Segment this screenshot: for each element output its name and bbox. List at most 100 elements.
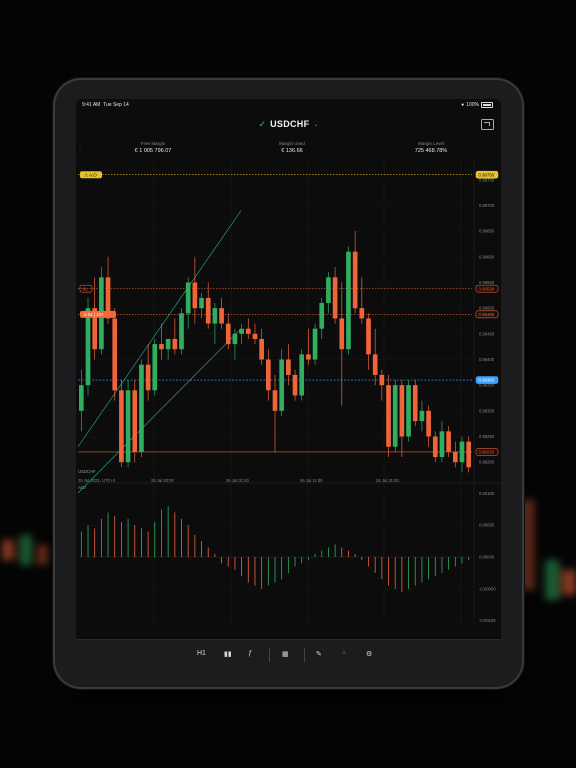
alert-price-tag: 0.96750	[475, 170, 499, 179]
check-icon: ✓	[258, 118, 267, 129]
candle-body	[372, 354, 378, 375]
candle-body	[232, 333, 238, 345]
candle-body	[172, 338, 178, 350]
status-bar: 9:41 AM Tue Sep 14 ● 100%	[76, 99, 501, 111]
metric-margin-used: Margin Used € 136.66	[279, 141, 305, 154]
candle-body	[312, 328, 318, 360]
candle-body	[145, 364, 151, 391]
position-price-tag: 0.96488	[475, 310, 499, 319]
bg-candle	[562, 570, 576, 595]
settings-gear-icon[interactable]: ⚙	[366, 650, 372, 658]
bg-candle	[545, 560, 559, 600]
price-tick-label: 0.96300	[479, 408, 495, 413]
candle-body	[252, 333, 258, 339]
indicator-tick-label: 0.00050	[479, 523, 495, 528]
bg-candle	[520, 500, 534, 590]
candle-type-icon[interactable]: ▮▮	[224, 650, 232, 658]
candle-body	[132, 390, 138, 452]
position-tag: 0.01 | 10+	[80, 310, 116, 318]
toolbar-divider	[304, 648, 305, 662]
candle-body	[152, 344, 158, 391]
candle-body	[219, 308, 224, 324]
candle-body	[432, 436, 438, 458]
low-price-tag: 0.96220	[475, 448, 499, 456]
candle-body	[452, 451, 458, 463]
indicator-tick-label: -0.00050	[479, 586, 496, 591]
candle-body	[392, 385, 398, 447]
candle-body	[386, 385, 391, 447]
price-tick-label: 0.96500	[479, 306, 495, 311]
indicator-name: A/O	[78, 485, 86, 490]
price-tick-label: 0.96600	[479, 254, 495, 259]
price-tick-label: 0.96250	[479, 434, 495, 439]
metric-free-margin: Free Margin € 1 005 796.07	[134, 141, 172, 154]
tag-text: SL	[83, 286, 89, 291]
price-tick-label: 0.96550	[479, 280, 495, 285]
candle-body	[239, 328, 244, 334]
expand-icon[interactable]	[481, 119, 494, 130]
candle-body	[446, 431, 451, 452]
crosshair-icon[interactable]: +	[342, 650, 346, 657]
status-right: ● 100%	[461, 102, 493, 108]
tag-text: ⚠ A:O	[84, 172, 97, 177]
indicator-tick-label: 0.00000	[479, 555, 495, 560]
candle-body	[326, 277, 331, 304]
symbol-legend: USDCHF	[78, 469, 96, 474]
indicator-tick-label: -0.00100	[479, 618, 496, 623]
candle-body	[366, 318, 371, 355]
app-screen: 9:41 AM Tue Sep 14 ● 100% ✓ USDCHF ⌄ · · ·…	[76, 99, 501, 669]
candle-body	[165, 338, 171, 350]
indicator-tick-label: 0.00100	[479, 491, 495, 496]
indicator-icon[interactable]: ƒ	[248, 650, 252, 657]
candle-body	[272, 390, 278, 411]
price-tick-label: 0.96650	[479, 229, 495, 234]
candle-body	[286, 359, 291, 375]
tag-text: 0.01 | 10+	[84, 312, 104, 317]
candle-body	[139, 364, 144, 452]
timeframe-button[interactable]: H1	[197, 650, 206, 657]
candle-body	[339, 318, 345, 350]
candle-body	[259, 338, 264, 360]
status-time: 9:41 AM Tue Sep 14	[82, 102, 129, 108]
symbol-title: USDCHF	[270, 119, 310, 129]
drawing-tool-icon[interactable]: ✎	[316, 650, 322, 658]
candle-body	[319, 303, 325, 329]
candle-body	[199, 297, 204, 309]
candle-body	[119, 390, 124, 463]
candle-body	[379, 374, 385, 386]
candle-body	[179, 313, 184, 350]
candle-body	[459, 441, 465, 463]
time-axis-label: 26 Jul 11:00	[300, 478, 323, 483]
candle-body	[85, 308, 91, 386]
candle-body	[359, 308, 365, 319]
chevron-down-icon: ⌄	[313, 121, 319, 128]
stop-loss-price-tag: 0.96538	[475, 284, 499, 293]
chart-toolbar: H1 ▮▮ ƒ ▦ ✎ + ⚙	[76, 639, 501, 669]
price-tick-label: 0.96200	[479, 460, 495, 465]
price-tick-label: 0.96400	[479, 357, 495, 362]
time-axis-label: 25 Jul 2022, UTC+2	[78, 478, 116, 483]
wifi-icon: ●	[461, 102, 465, 108]
candle-body	[352, 251, 358, 309]
tag-text: 0.96220	[479, 450, 495, 455]
candle-body	[185, 282, 191, 314]
symbol-selector[interactable]: ✓ USDCHF ⌄	[76, 115, 501, 133]
candle-body	[292, 374, 298, 396]
candle-body	[439, 431, 445, 458]
price-chart[interactable]: 0.967500.967000.966500.966000.965500.965…	[76, 157, 501, 639]
candle-body	[332, 277, 338, 319]
calculator-icon[interactable]: ▦	[282, 650, 289, 658]
candle-body	[399, 385, 405, 437]
tag-text: 0.96360	[479, 378, 495, 383]
candle-body	[412, 385, 418, 422]
candle-body	[159, 344, 164, 350]
bg-candle	[38, 545, 48, 565]
candle-body	[346, 251, 351, 350]
metric-margin-level: Margin Level 725 468.78%	[414, 141, 448, 154]
account-metrics: Free Margin € 1 005 796.07 Margin Used €…	[76, 141, 501, 157]
candle-body	[205, 297, 211, 324]
candle-body	[299, 354, 305, 396]
candle-body	[265, 359, 271, 391]
tag-text: 0.96488	[479, 312, 495, 317]
candle-body	[245, 328, 251, 334]
